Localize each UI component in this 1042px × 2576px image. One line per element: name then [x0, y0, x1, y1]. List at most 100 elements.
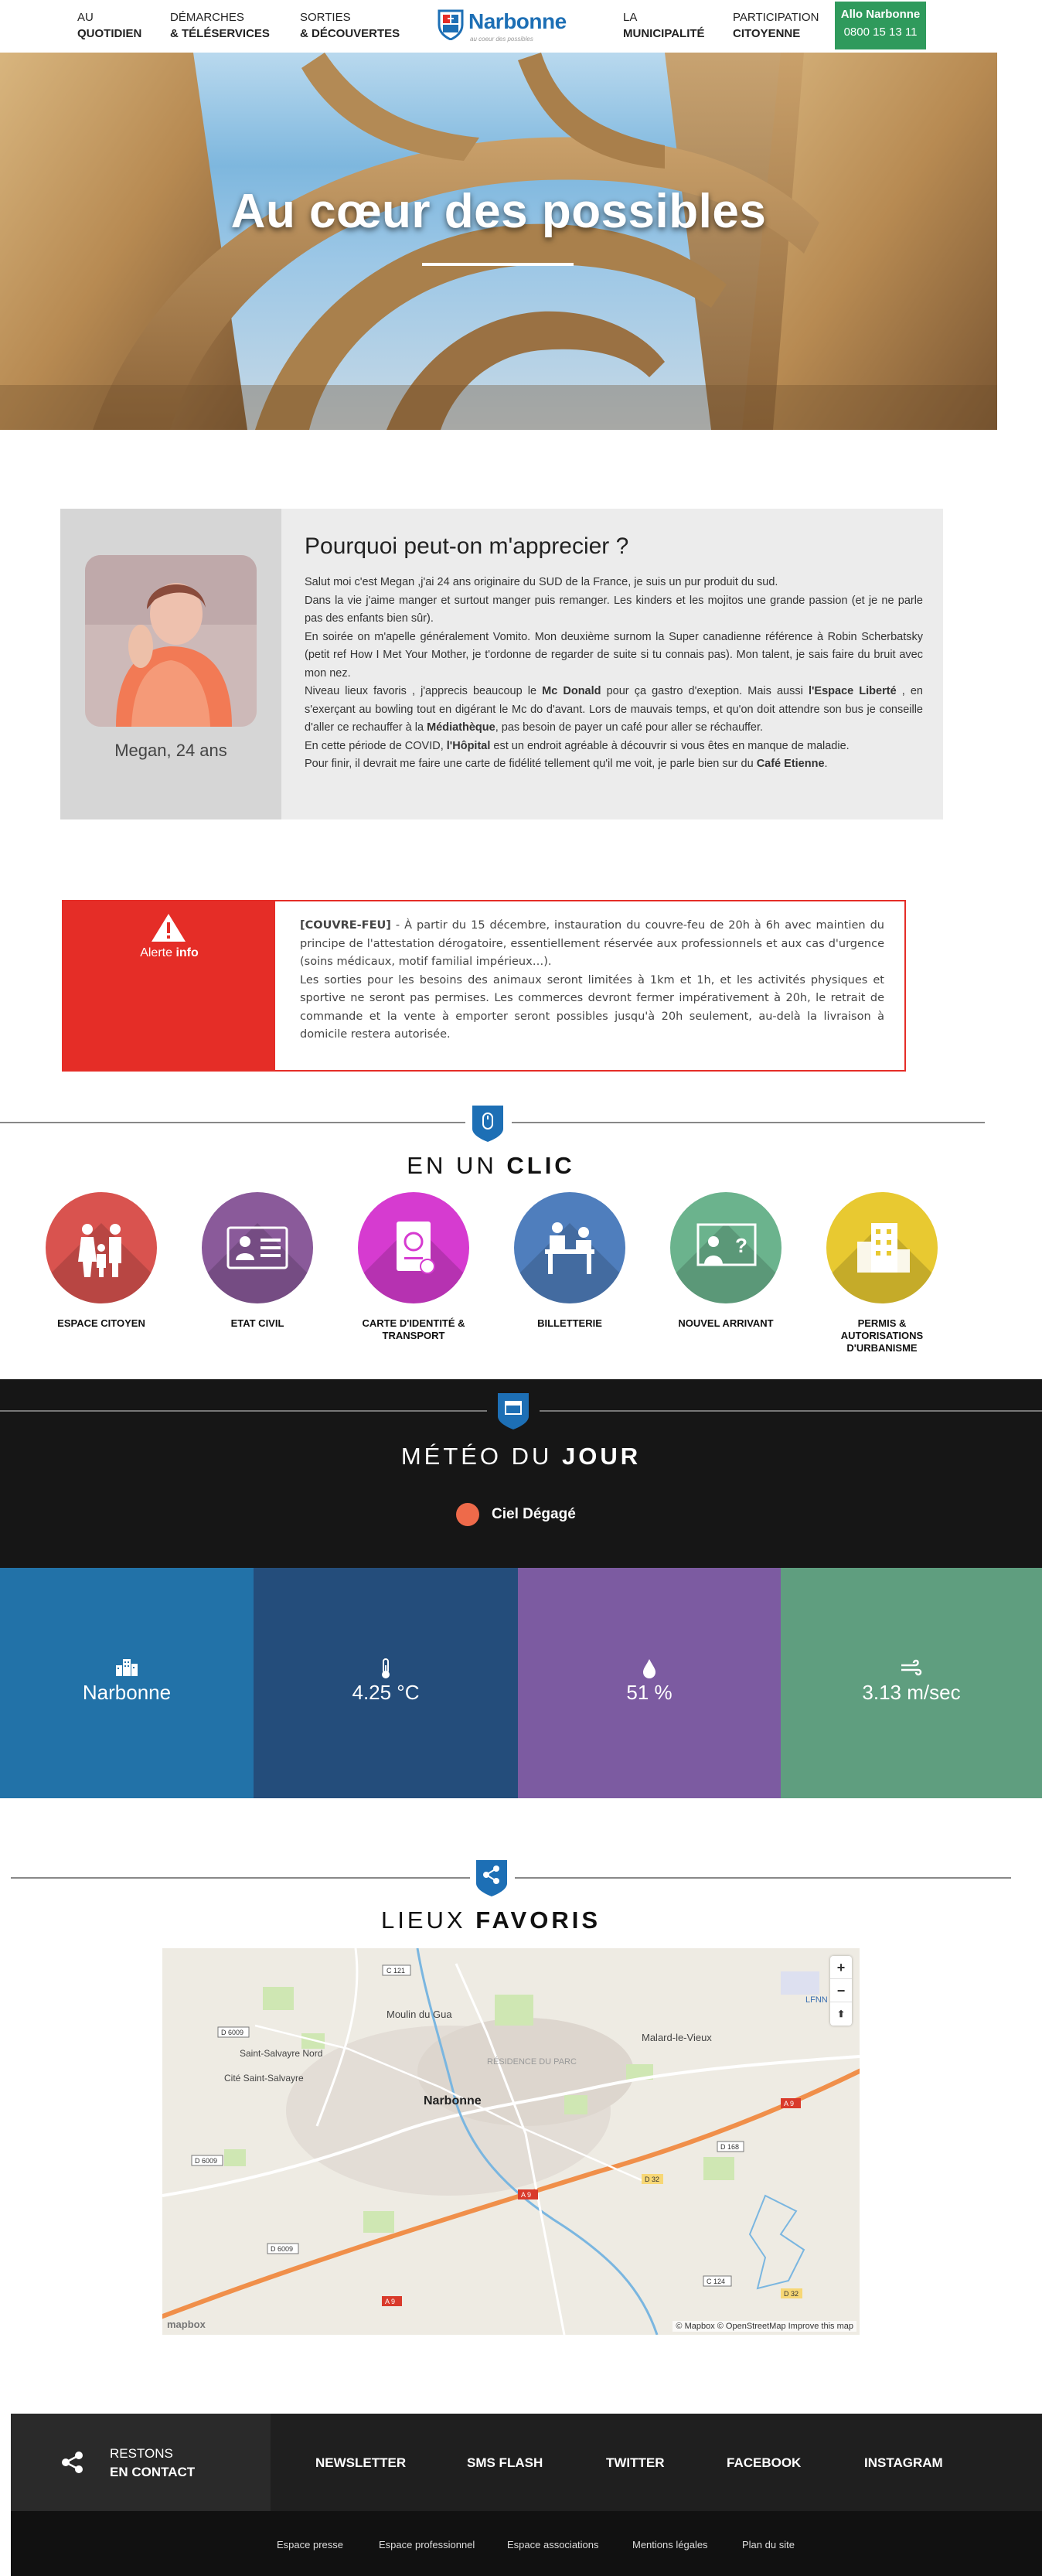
footer-link-twitter[interactable]: TWITTER	[606, 2455, 665, 2471]
id-card-icon	[226, 1226, 288, 1269]
city-icon	[116, 1659, 138, 1676]
favorite-places-map[interactable]: Moulin du Gua Saint-Salvayre Nord Cité S…	[162, 1948, 860, 2335]
profile-paragraph: Dans la vie j'aime manger et surtout man…	[305, 592, 923, 629]
alert-tag: [COUVRE-FEU]	[300, 919, 391, 932]
section-divider	[515, 1877, 1011, 1879]
zoom-in-button[interactable]: +	[830, 1956, 852, 1979]
meteo-tile-humidity: 51 %	[518, 1568, 781, 1798]
clic-carte-identite[interactable]: CARTE D'IDENTITÉ & TRANSPORT	[348, 1192, 479, 1342]
profile-line: En soirée on m'apelle généralement Vomit…	[305, 630, 923, 680]
place-espace-liberte: l'Espace Liberté	[808, 685, 897, 697]
map-label: Moulin du Gua	[386, 2009, 452, 2020]
road-label: D 6009	[221, 2029, 243, 2036]
site-header: AU QUOTIDIEN DÉMARCHES & TÉLÉSERVICES SORT…	[0, 0, 1042, 53]
nav-line1: DÉMARCHES	[170, 11, 244, 24]
nav-line1: PARTICIPATION	[733, 11, 819, 24]
place-cafe-etienne: Café Etienne	[756, 758, 825, 770]
section-divider	[540, 1410, 1042, 1412]
clic-nouvel-arrivant[interactable]: ? NOUVEL ARRIVANT	[660, 1192, 792, 1330]
footer-link-facebook[interactable]: FACEBOOK	[727, 2455, 801, 2471]
footer-link-mentions-legales[interactable]: Mentions légales	[632, 2539, 708, 2550]
map-label: LFNN	[805, 1995, 828, 2005]
place-mediatheque: Médiathèque	[427, 721, 495, 734]
nav-line2: MUNICIPALITÉ	[623, 27, 705, 40]
footer-contact-line2: EN CONTACT	[110, 2465, 196, 2479]
family-icon	[78, 1224, 121, 1277]
profile-paragraph: Salut moi c'est Megan ,j'ai 24 ans origi…	[305, 574, 923, 592]
clic-label: PERMIS & AUTORISATIONS D'URBANISME	[840, 1317, 924, 1354]
lieux-title-b: FAVORIS	[475, 1906, 601, 1934]
building-icon	[857, 1223, 910, 1273]
road-label: A 9	[521, 2191, 531, 2199]
meteo-sky-text: Ciel Dégagé	[492, 1506, 576, 1522]
map-zoom-controls: + − ⬆	[830, 1956, 852, 2026]
allo-phone-number: 0800 15 13 11	[843, 26, 918, 39]
profile-line: Pour finir, il devrait me faire une cart…	[305, 758, 757, 770]
meteo-title: MÉTÉO DU JOUR	[0, 1443, 1042, 1470]
clic-billetterie[interactable]: BILLETTERIE	[504, 1192, 635, 1330]
clic-espace-citoyen[interactable]: ESPACE CITOYEN	[36, 1192, 167, 1330]
map-label: Narbonne	[424, 2094, 482, 2107]
profile-paragraph: En soirée on m'apelle généralement Vomit…	[305, 629, 923, 683]
nav-au-quotidien[interactable]: AU QUOTIDIEN	[77, 9, 141, 42]
wind-icon	[901, 1659, 922, 1676]
nav-line1: LA	[623, 11, 638, 24]
clic-permis-urbanisme[interactable]: PERMIS & AUTORISATIONS D'URBANISME	[816, 1192, 948, 1354]
logo-name: Narbonne	[468, 9, 567, 33]
footer-link-instagram[interactable]: INSTAGRAM	[864, 2455, 943, 2471]
section-divider	[0, 1410, 487, 1412]
meteo-title-a: MÉTÉO DU	[400, 1443, 563, 1470]
site-logo[interactable]: Narbonne au coeur des possibles	[438, 8, 569, 43]
sun-icon	[456, 1503, 479, 1526]
nav-line2: CITOYENNE	[733, 27, 801, 40]
newcomer-icon: ?	[696, 1223, 757, 1266]
section-divider	[512, 1122, 985, 1123]
mouse-badge-icon	[472, 1106, 503, 1142]
hero-underline	[422, 263, 574, 266]
nav-participation[interactable]: PARTICIPATION CITOYENNE	[733, 9, 819, 42]
window-badge-icon	[498, 1393, 529, 1429]
footer-link-espace-associations[interactable]: Espace associations	[507, 2539, 599, 2550]
zoom-out-button[interactable]: −	[830, 1979, 852, 2002]
footer-link-espace-presse[interactable]: Espace presse	[277, 2539, 343, 2550]
alert-label-b: info	[175, 946, 199, 959]
map-label: Malard-le-Vieux	[642, 2032, 712, 2043]
alert-text: [COUVRE-FEU] - À partir du 15 décembre, …	[300, 917, 884, 1044]
road-label: A 9	[784, 2100, 794, 2107]
meteo-tile-wind: 3.13 m/sec	[781, 1568, 1042, 1798]
alert-line: Les sorties pour les besoins des animaux…	[300, 973, 884, 1041]
profile-paragraph: Niveau lieux favoris , j'apprecis beauco…	[305, 683, 923, 738]
clic-label: ETAT CIVIL	[230, 1317, 284, 1329]
road-label: D 32	[645, 2176, 659, 2183]
footer-link-espace-professionnel[interactable]: Espace professionnel	[379, 2539, 475, 2550]
mapbox-logo[interactable]: mapbox	[167, 2319, 206, 2330]
thermometer-icon	[382, 1658, 390, 1678]
allo-narbonne-button[interactable]: Allo Narbonne 0800 15 13 11	[835, 2, 926, 49]
profile-caption: Megan, 24 ans	[114, 741, 227, 760]
footer-link-sms-flash[interactable]: SMS FLASH	[467, 2455, 543, 2471]
clic-circle	[202, 1192, 313, 1303]
map-label: RÉSIDENCE DU PARC	[487, 2056, 577, 2067]
cathedral-vault-image	[0, 53, 997, 430]
nav-demarches[interactable]: DÉMARCHES & TÉLÉSERVICES	[170, 9, 270, 42]
clic-label: BILLETTERIE	[537, 1317, 602, 1329]
map-attribution[interactable]: © Mapbox © OpenStreetMap Improve this ma…	[673, 2321, 856, 2332]
nav-sorties[interactable]: SORTIES & DÉCOUVERTES	[300, 9, 400, 42]
alert-paragraph: [COUVRE-FEU] - À partir du 15 décembre, …	[300, 917, 884, 972]
compass-icon[interactable]: ⬆	[830, 2002, 852, 2026]
clic-circle: ?	[670, 1192, 782, 1303]
meteo-section: MÉTÉO DU JOUR Ciel Dégagé	[0, 1379, 1042, 1568]
drop-icon	[643, 1659, 656, 1678]
svg-text:?: ?	[735, 1234, 747, 1257]
footer-link-plan-du-site[interactable]: Plan du site	[742, 2539, 795, 2550]
alert-label-panel: Alerte info	[63, 901, 275, 1070]
profile-line: pour ça gastro d'exeption. Mais aussi	[601, 685, 809, 697]
nav-line1: AU	[77, 11, 94, 24]
meteo-humidity-value: 51 %	[626, 1681, 673, 1704]
footer-contact-line1: RESTONS	[110, 2446, 173, 2461]
nav-municipalite[interactable]: LA MUNICIPALITÉ	[623, 9, 705, 42]
meteo-tile-temperature: 4.25 °C	[254, 1568, 518, 1798]
footer-link-newsletter[interactable]: NEWSLETTER	[315, 2455, 406, 2471]
clic-etat-civil[interactable]: ETAT CIVIL	[192, 1192, 323, 1330]
logo-tagline: au coeur des possibles	[470, 36, 533, 43]
